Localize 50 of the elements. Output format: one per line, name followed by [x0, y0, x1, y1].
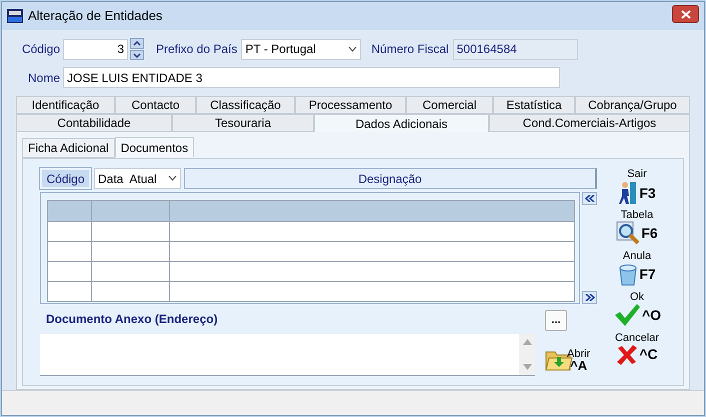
- magnifier-icon: [616, 221, 640, 246]
- walking-person-door-icon: [618, 180, 638, 206]
- tab[interactable]: Cobrança/Grupo: [575, 96, 690, 114]
- nif-field[interactable]: 500164584: [452, 38, 578, 60]
- nome-label: Nome: [26, 70, 61, 87]
- tab[interactable]: Classificação: [196, 96, 295, 114]
- tab[interactable]: Dados Adicionais: [314, 114, 489, 132]
- codigo-label: Código: [20, 41, 61, 58]
- tab[interactable]: Contabilidade: [16, 114, 172, 132]
- tab[interactable]: Estatística: [493, 96, 575, 114]
- down-arrow-icon: [522, 364, 532, 370]
- sort-button[interactable]: Código: [40, 168, 91, 190]
- action-button[interactable]: Tabela F6: [612, 210, 662, 244]
- tab[interactable]: Ficha Adicional: [22, 138, 115, 158]
- date-select[interactable]: Data Atual: [94, 168, 181, 190]
- chevron-down-icon: [168, 176, 177, 182]
- close-icon: [616, 344, 638, 365]
- tab[interactable]: Contacto: [115, 96, 196, 114]
- open-button[interactable]: Abrir ^A: [545, 336, 597, 372]
- window-title: Alteração de Entidades: [28, 7, 162, 26]
- attachment-label: Documento Anexo (Endereço): [46, 311, 219, 328]
- spin-buttons[interactable]: [130, 38, 144, 60]
- double-chevron-left-icon: [584, 195, 594, 202]
- prefixo-label: Prefixo do País: [156, 41, 238, 58]
- country-select[interactable]: PT - Portugal: [241, 38, 362, 60]
- tab[interactable]: Tesouraria: [172, 114, 314, 132]
- action-button[interactable]: Cancelar ^C: [612, 333, 662, 368]
- check-icon: [612, 303, 641, 328]
- tab[interactable]: Processamento: [295, 96, 406, 114]
- nome-field[interactable]: JOSE LUIS ENTIDADE 3: [63, 67, 560, 88]
- scroll-right-button[interactable]: [582, 291, 597, 304]
- attachment-field[interactable]: [40, 334, 535, 376]
- tab[interactable]: Documentos: [114, 137, 194, 158]
- close-icon: [680, 10, 690, 19]
- action-button[interactable]: Sair F3: [612, 169, 662, 204]
- chevron-down-icon: [348, 46, 358, 52]
- tab[interactable]: Cond.Comerciais-Artigos: [489, 114, 690, 132]
- tab[interactable]: Identificação: [16, 96, 115, 114]
- action-button[interactable]: Ok ^O: [612, 292, 662, 326]
- app-icon: [7, 9, 23, 24]
- up-arrow-icon: [522, 339, 532, 346]
- browse-button[interactable]: ...: [545, 310, 567, 332]
- column-header[interactable]: Designação: [184, 168, 597, 190]
- action-button[interactable]: Anula F7: [612, 251, 662, 286]
- scroll-left-button[interactable]: [582, 192, 597, 206]
- codigo-field[interactable]: 3: [63, 38, 128, 60]
- tab[interactable]: Comercial: [406, 96, 493, 114]
- nif-label: Número Fiscal: [371, 41, 449, 58]
- close-button[interactable]: [672, 5, 699, 24]
- double-chevron-right-icon: [584, 294, 594, 302]
